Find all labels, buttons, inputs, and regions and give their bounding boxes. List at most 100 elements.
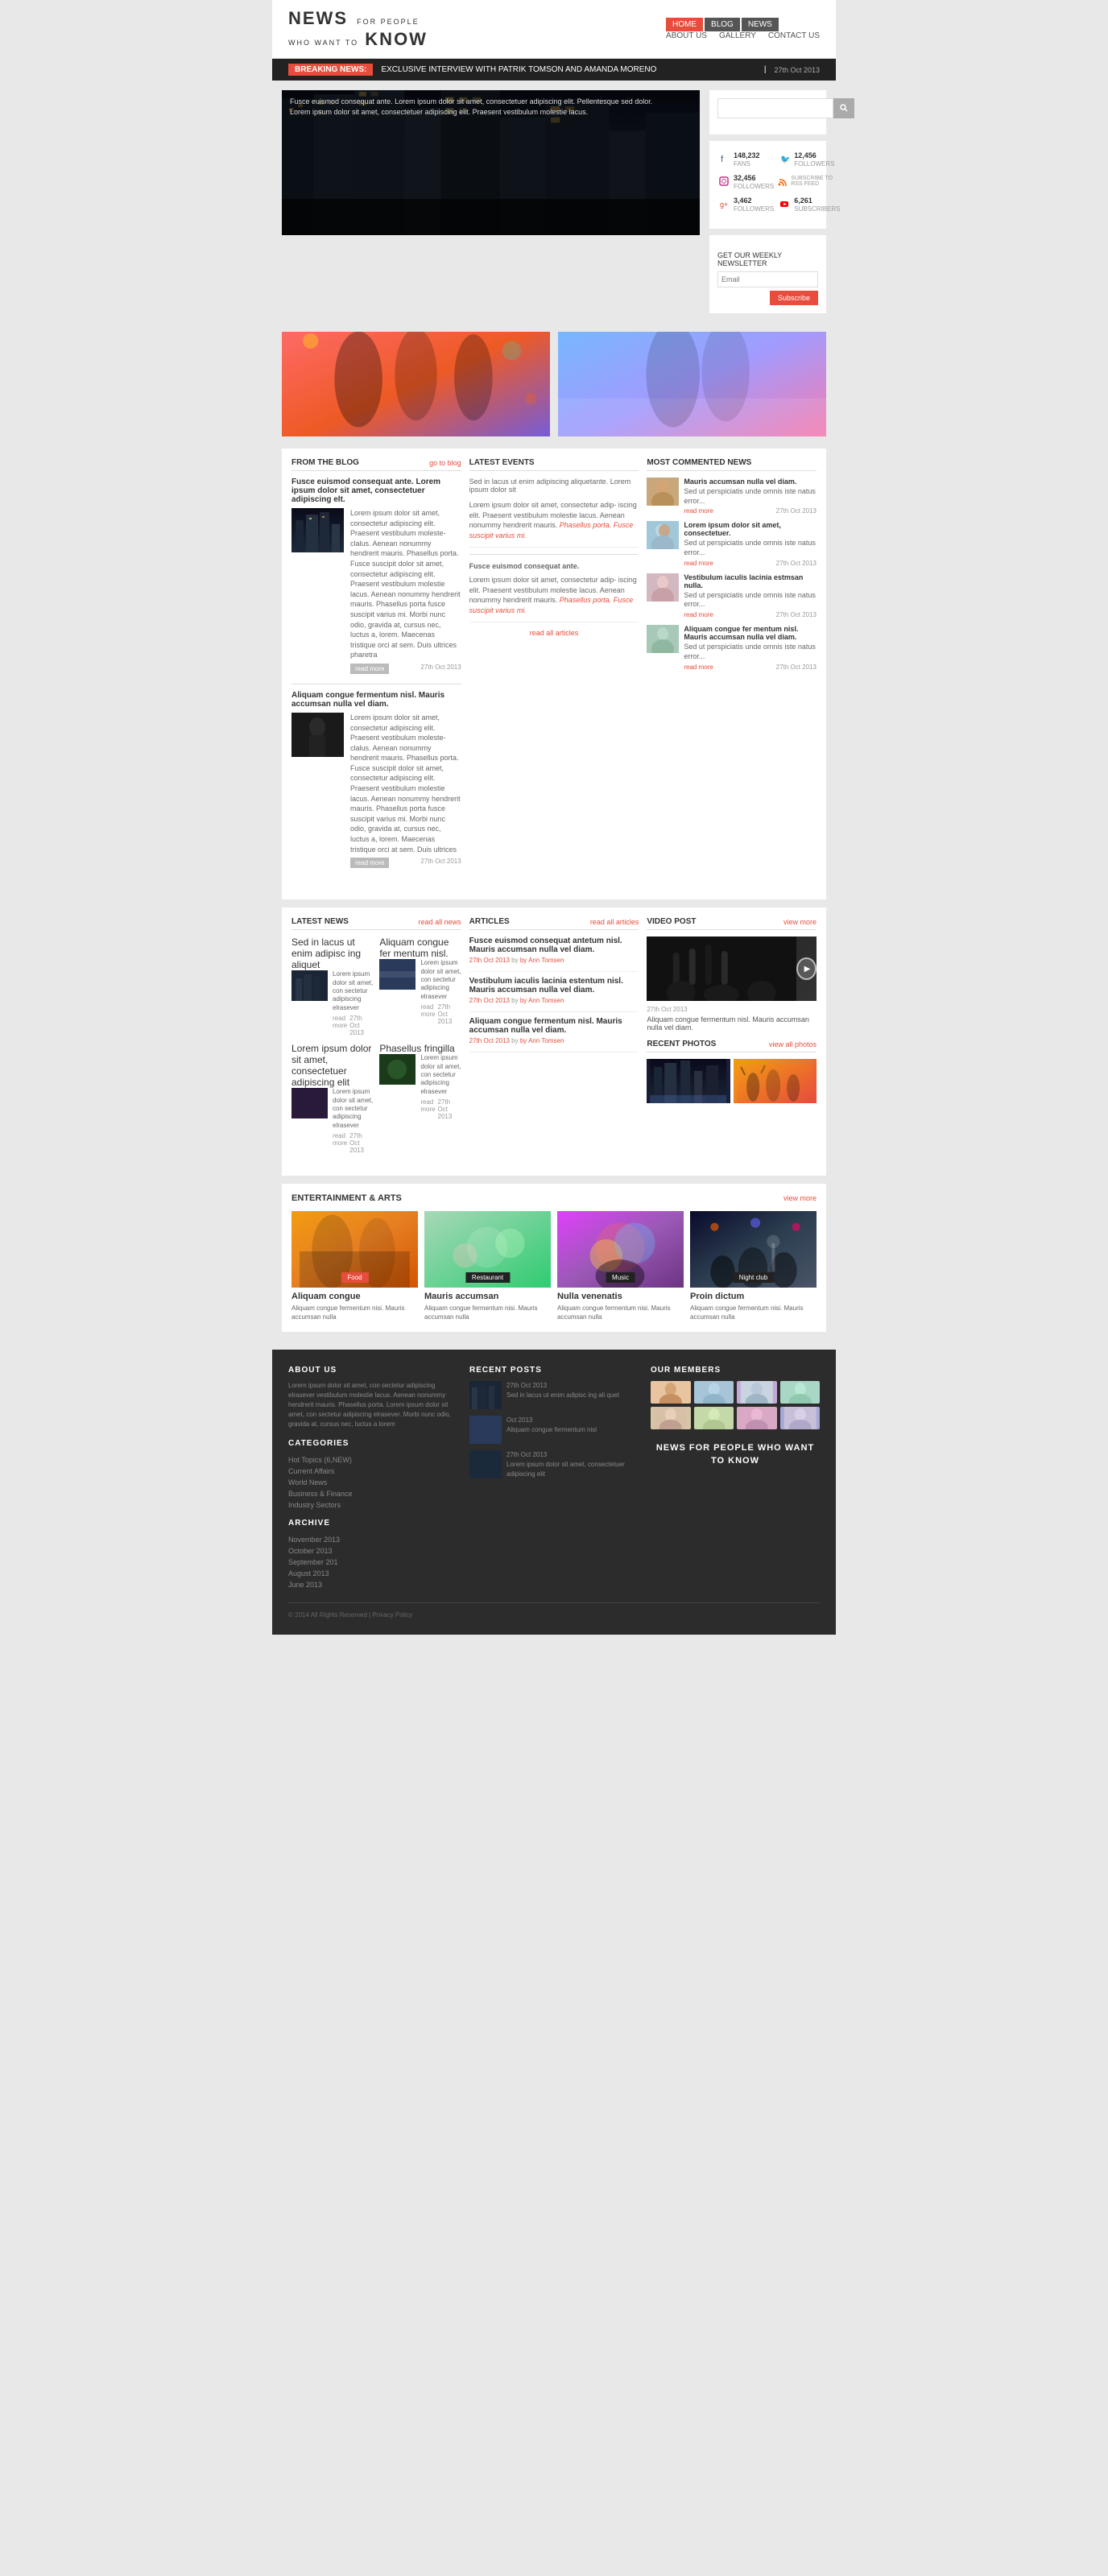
member-6[interactable] bbox=[694, 1407, 734, 1429]
blog-art1-readmore[interactable]: read more bbox=[350, 664, 389, 674]
most-commented-title: MOST COMMENTED NEWS bbox=[647, 458, 751, 467]
search-widget bbox=[709, 90, 826, 134]
news-item-4: Phasellus fringilla Lorem ipsum dolor si… bbox=[379, 1043, 461, 1154]
news-1-text: Lorem ipsum dolor sit amet, con sectetur… bbox=[333, 970, 373, 1012]
blog-link[interactable]: go to blog bbox=[429, 459, 461, 467]
blog-art2-title: Aliquam congue fermentum nisl. Mauris ac… bbox=[291, 691, 461, 709]
blog-art1-text: Lorem ipsum dolor sit amet, consectetur … bbox=[350, 508, 461, 660]
footer-cat-3[interactable]: World News bbox=[288, 1477, 457, 1488]
recent-post-2-title[interactable]: Aliquam congue fermentum nisl bbox=[506, 1425, 597, 1435]
photo-2[interactable] bbox=[734, 1059, 817, 1103]
footer-cat-1[interactable]: Hot Topics (6,NEW) bbox=[288, 1454, 457, 1466]
recent-post-3: 27th Oct 2013 Lorem ipsum dolor sit amet… bbox=[469, 1450, 639, 1479]
nav-blog[interactable]: BLOG bbox=[705, 18, 740, 31]
news-1-thumb bbox=[291, 970, 328, 1001]
ent-img-3[interactable]: Music bbox=[557, 1211, 684, 1288]
breaking-separator: | bbox=[764, 65, 767, 74]
ent-img-1[interactable]: Food bbox=[291, 1211, 418, 1288]
article-2: Vestibulum iaculis lacinia estentum nisl… bbox=[469, 977, 639, 1012]
member-3[interactable] bbox=[737, 1381, 777, 1404]
archive-3[interactable]: September 201 bbox=[288, 1557, 457, 1568]
search-input[interactable] bbox=[717, 98, 833, 118]
articles-link[interactable]: read all articles bbox=[590, 918, 639, 926]
facebook-stat[interactable]: f 148,232 FANS bbox=[717, 149, 774, 167]
article-3-meta: 27th Oct 2013 by by Ann Tomsen bbox=[469, 1037, 639, 1044]
comment-1-date: 27th Oct 2013 bbox=[776, 507, 817, 515]
archive-4[interactable]: August 2013 bbox=[288, 1568, 457, 1579]
ent-title-3: Nulla venenatis bbox=[557, 1292, 684, 1301]
comment-2-date: 27th Oct 2013 bbox=[776, 560, 817, 567]
news-2-title: Aliquam congue fer mentum nisl. bbox=[379, 937, 461, 959]
member-2[interactable] bbox=[694, 1381, 734, 1404]
latest-news-link[interactable]: read all news bbox=[419, 918, 461, 926]
blog-article-2: Aliquam congue fermentum nisl. Mauris ac… bbox=[291, 691, 461, 868]
news-2-readmore[interactable]: read more bbox=[420, 1003, 437, 1025]
svg-text:f: f bbox=[721, 155, 724, 163]
logo: NEWS FOR PEOPLEWHO WANT TO KNOW bbox=[288, 8, 428, 50]
footer-cat-5[interactable]: Industry Sectors bbox=[288, 1499, 457, 1511]
recent-post-2: Oct 2013 Aliquam congue fermentum nisl bbox=[469, 1416, 639, 1444]
archive-1[interactable]: November 2013 bbox=[288, 1534, 457, 1545]
footer-cat-2[interactable]: Current Affairs bbox=[288, 1466, 457, 1477]
news-3-readmore[interactable]: read more bbox=[333, 1132, 349, 1154]
member-8[interactable] bbox=[780, 1407, 821, 1429]
nav-about[interactable]: ABOUT US bbox=[666, 31, 707, 40]
nav-gallery[interactable]: GALLERY bbox=[719, 31, 756, 40]
video-link[interactable]: view more bbox=[783, 918, 817, 926]
svg-text:g+: g+ bbox=[720, 201, 728, 209]
news-2-date: 27th Oct 2013 bbox=[438, 1003, 461, 1025]
member-1[interactable] bbox=[651, 1381, 691, 1404]
ent-img-4[interactable]: Night club bbox=[690, 1211, 817, 1288]
youtube-stat[interactable]: 6,261 SUBSCRIBERS bbox=[778, 194, 840, 213]
member-4[interactable] bbox=[780, 1381, 821, 1404]
video-thumbnail[interactable] bbox=[647, 937, 817, 1001]
comment-2-readmore[interactable]: read more bbox=[684, 560, 713, 567]
nav-news[interactable]: NEWS bbox=[742, 18, 779, 31]
search-button[interactable] bbox=[833, 98, 854, 118]
newsletter-button[interactable]: Subscribe bbox=[770, 291, 818, 305]
nav-home[interactable]: HOME bbox=[666, 18, 703, 31]
news-4-readmore[interactable]: read more bbox=[420, 1098, 437, 1120]
latest-news-title: LATEST NEWS bbox=[291, 917, 349, 926]
article-2-meta: 27th Oct 2013 by by Ann Tomsen bbox=[469, 997, 639, 1004]
archive-2[interactable]: October 2013 bbox=[288, 1545, 457, 1557]
recent-photos-link[interactable]: view all photos bbox=[769, 1040, 817, 1048]
svg-text:🐦: 🐦 bbox=[780, 155, 789, 163]
recent-post-1-title[interactable]: Sed in lacus ut enim adipisc ing ali que… bbox=[506, 1391, 619, 1400]
play-button[interactable] bbox=[796, 957, 817, 980]
instagram-stat[interactable]: 32,456 FOLLOWERS bbox=[717, 172, 774, 190]
social-stats-widget: f 148,232 FANS 🐦 12 bbox=[709, 141, 826, 229]
member-7[interactable] bbox=[737, 1407, 777, 1429]
google-stat[interactable]: g+ 3,462 FOLLOWERS bbox=[717, 194, 774, 213]
blog-art2-readmore[interactable]: read more bbox=[350, 858, 389, 868]
footer-tagline: NEWS FOR PEOPLE WHO WANT TO KNOW bbox=[651, 1441, 820, 1468]
entertainment-more[interactable]: view more bbox=[783, 1194, 817, 1202]
comment-4-thumb bbox=[647, 625, 679, 653]
footer-categories-title: CATEGORIES bbox=[288, 1439, 457, 1448]
footer: ABOUT US Lorem ipsum dolor sit amet, con… bbox=[272, 1350, 836, 1635]
archive-5[interactable]: June 2013 bbox=[288, 1579, 457, 1590]
newsletter-email[interactable] bbox=[717, 271, 818, 287]
event-1: Lorem ipsum dolor sit amet, consectetur … bbox=[469, 500, 639, 548]
news-1-readmore[interactable]: read more bbox=[333, 1015, 349, 1036]
family-image[interactable]: FAMILY bbox=[558, 332, 826, 436]
blog-art1-thumb bbox=[291, 508, 344, 552]
photo-1[interactable] bbox=[647, 1059, 730, 1103]
nav-contact[interactable]: CONTACT US bbox=[768, 31, 820, 40]
recent-post-3-title[interactable]: Lorem ipsum dolor sit amet, consectetuer… bbox=[506, 1460, 639, 1479]
news-1-title: Sed in lacus ut enim adipisc ing aliquet bbox=[291, 937, 373, 970]
ent-img-2[interactable]: Restaurant bbox=[424, 1211, 551, 1288]
rss-stat[interactable]: SUBSCRIBE TO RSS FEED bbox=[778, 172, 840, 190]
events-all-link[interactable]: read all articles bbox=[469, 629, 639, 637]
twitter-stat[interactable]: 🐦 12,456 FOLLOWERS bbox=[778, 149, 840, 167]
comment-4-readmore[interactable]: read more bbox=[684, 664, 713, 671]
ent-item-4: Night club Proin dictum Aliquam congue f… bbox=[690, 1211, 817, 1321]
footer-cat-4[interactable]: Business & Finance bbox=[288, 1488, 457, 1499]
member-5[interactable] bbox=[651, 1407, 691, 1429]
news-4-thumb bbox=[379, 1054, 416, 1085]
comment-3-readmore[interactable]: read more bbox=[684, 611, 713, 618]
music-festivals-image[interactable]: MUSIC FESTIVALS bbox=[282, 332, 550, 436]
comment-1-readmore[interactable]: read more bbox=[684, 507, 713, 515]
footer-archive-title: ARCHIVE bbox=[288, 1519, 457, 1528]
recent-photos-title: RECENT PHOTOS bbox=[647, 1040, 716, 1048]
